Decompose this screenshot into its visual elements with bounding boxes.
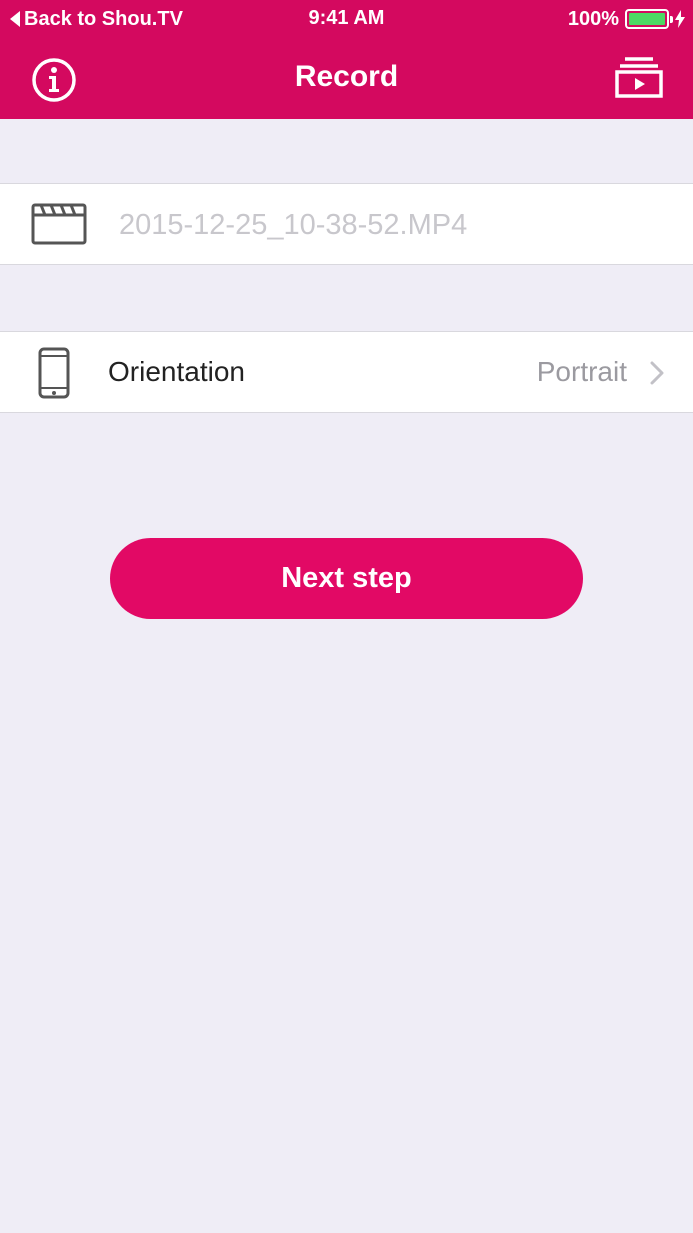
status-right: 100% (568, 7, 685, 31)
clapperboard-icon (31, 203, 87, 245)
battery-percent: 100% (567, 7, 619, 30)
status-bar: Back to Shou.TV 9:41 AM 100% (0, 0, 693, 38)
chevron-right-icon (650, 361, 664, 385)
filename-row (0, 183, 693, 265)
record-screen: Back to Shou.TV 9:41 AM 100% Record 2015… (0, 0, 693, 1233)
battery-fill (629, 13, 665, 25)
orientation-row[interactable]: Orientation Portrait (0, 331, 693, 413)
header: Back to Shou.TV 9:41 AM 100% Record (0, 0, 693, 119)
page-title: Record (294, 60, 399, 93)
charging-bolt-icon (675, 10, 685, 28)
orientation-value: Portrait (536, 356, 627, 387)
filename-input[interactable] (119, 208, 659, 242)
battery-tip (670, 16, 673, 23)
orientation-label: Orientation (108, 356, 245, 387)
phone-icon (38, 347, 70, 399)
battery-icon (625, 9, 673, 29)
nav-bar: Record (0, 38, 693, 119)
video-library-icon[interactable] (615, 56, 663, 98)
next-step-button[interactable]: Next step (110, 538, 583, 619)
